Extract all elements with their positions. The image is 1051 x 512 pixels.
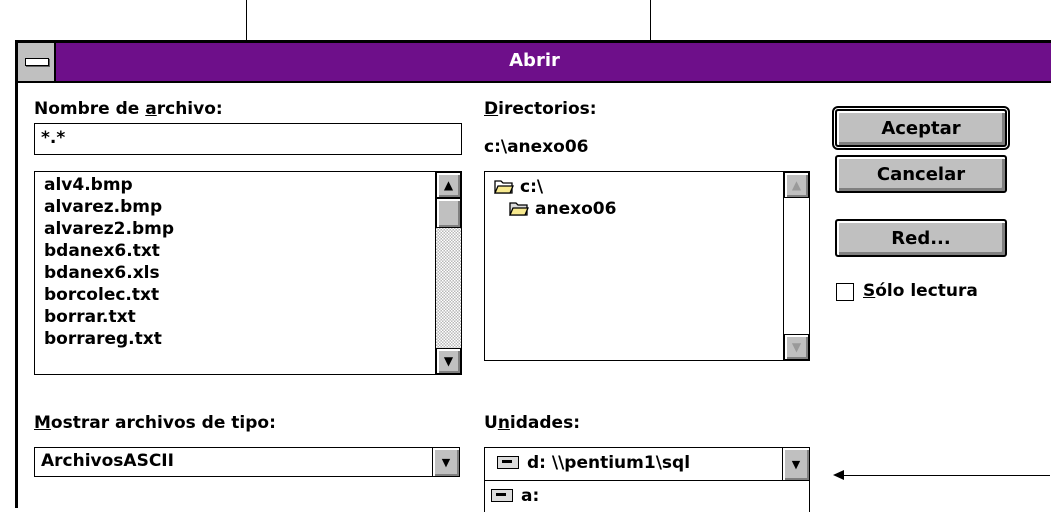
folder-open-icon bbox=[509, 200, 529, 216]
ok-button[interactable]: Aceptar bbox=[832, 106, 1010, 150]
folder-open-icon bbox=[494, 178, 514, 194]
file-list[interactable]: alv4.bmp alvarez.bmp alvarez2.bmp bdanex… bbox=[34, 171, 462, 375]
filename-input[interactable]: *.* bbox=[34, 123, 462, 155]
drives-select[interactable]: d: \\pentium1\sql ▼ bbox=[484, 447, 810, 481]
list-item[interactable]: bdanex6.xls bbox=[35, 262, 435, 284]
directories-label: Directorios: bbox=[484, 99, 597, 119]
list-item[interactable]: borrareg.txt bbox=[35, 328, 435, 350]
list-item[interactable]: alvarez2.bmp bbox=[35, 218, 435, 240]
list-item[interactable]: alvarez.bmp bbox=[35, 196, 435, 218]
floppy-drive-icon bbox=[491, 489, 513, 502]
filetype-label: Mostrar archivos de tipo: bbox=[34, 413, 276, 433]
chevron-down-icon[interactable]: ▼ bbox=[782, 447, 810, 481]
readonly-label[interactable]: Sólo lectura bbox=[863, 281, 978, 301]
directory-list-items: c:\ anexo06 bbox=[485, 176, 783, 220]
drives-select-value: d: \\pentium1\sql bbox=[527, 453, 691, 473]
directory-item-root[interactable]: c:\ bbox=[485, 176, 783, 198]
cancel-button[interactable]: Cancelar bbox=[835, 155, 1007, 193]
drives-label: Unidades: bbox=[484, 413, 581, 433]
file-list-scrollbar[interactable]: ▲ ▼ bbox=[435, 172, 461, 374]
scroll-up-icon[interactable]: ▲ bbox=[436, 172, 461, 198]
directory-list[interactable]: c:\ anexo06 ▲ ▼ bbox=[484, 171, 810, 361]
filename-label: Nombre de archivo: bbox=[34, 99, 223, 119]
network-drive-icon bbox=[497, 456, 519, 469]
drive-option-a[interactable]: a: bbox=[521, 486, 539, 506]
list-item[interactable]: borrar.txt bbox=[35, 306, 435, 328]
scroll-up-icon[interactable]: ▲ bbox=[784, 172, 809, 198]
directory-item-anexo06[interactable]: anexo06 bbox=[485, 198, 783, 220]
scroll-down-icon[interactable]: ▼ bbox=[436, 348, 461, 374]
title-bar[interactable]: Abrir bbox=[18, 43, 1051, 83]
directory-list-scrollbar[interactable]: ▲ ▼ bbox=[783, 172, 809, 360]
chevron-down-icon[interactable]: ▼ bbox=[432, 447, 460, 477]
open-file-dialog: Abrir Nombre de archivo: *.* alv4.bmp al… bbox=[15, 40, 1051, 512]
dialog-title: Abrir bbox=[509, 50, 560, 71]
list-item[interactable]: alv4.bmp bbox=[35, 174, 435, 196]
drives-dropdown[interactable]: a: bbox=[484, 480, 810, 512]
network-button[interactable]: Red... bbox=[835, 219, 1007, 257]
current-directory: c:\anexo06 bbox=[484, 137, 589, 157]
filetype-select[interactable]: ArchivosASCII ▼ bbox=[34, 447, 460, 477]
list-item[interactable]: bdanex6.txt bbox=[35, 240, 435, 262]
annotation-arrow-drives bbox=[833, 470, 1050, 480]
list-item[interactable]: borcolec.txt bbox=[35, 284, 435, 306]
file-list-items: alv4.bmp alvarez.bmp alvarez2.bmp bdanex… bbox=[35, 174, 435, 350]
scroll-down-icon[interactable]: ▼ bbox=[784, 334, 809, 360]
readonly-checkbox[interactable] bbox=[836, 283, 854, 301]
scroll-thumb[interactable] bbox=[436, 198, 461, 228]
